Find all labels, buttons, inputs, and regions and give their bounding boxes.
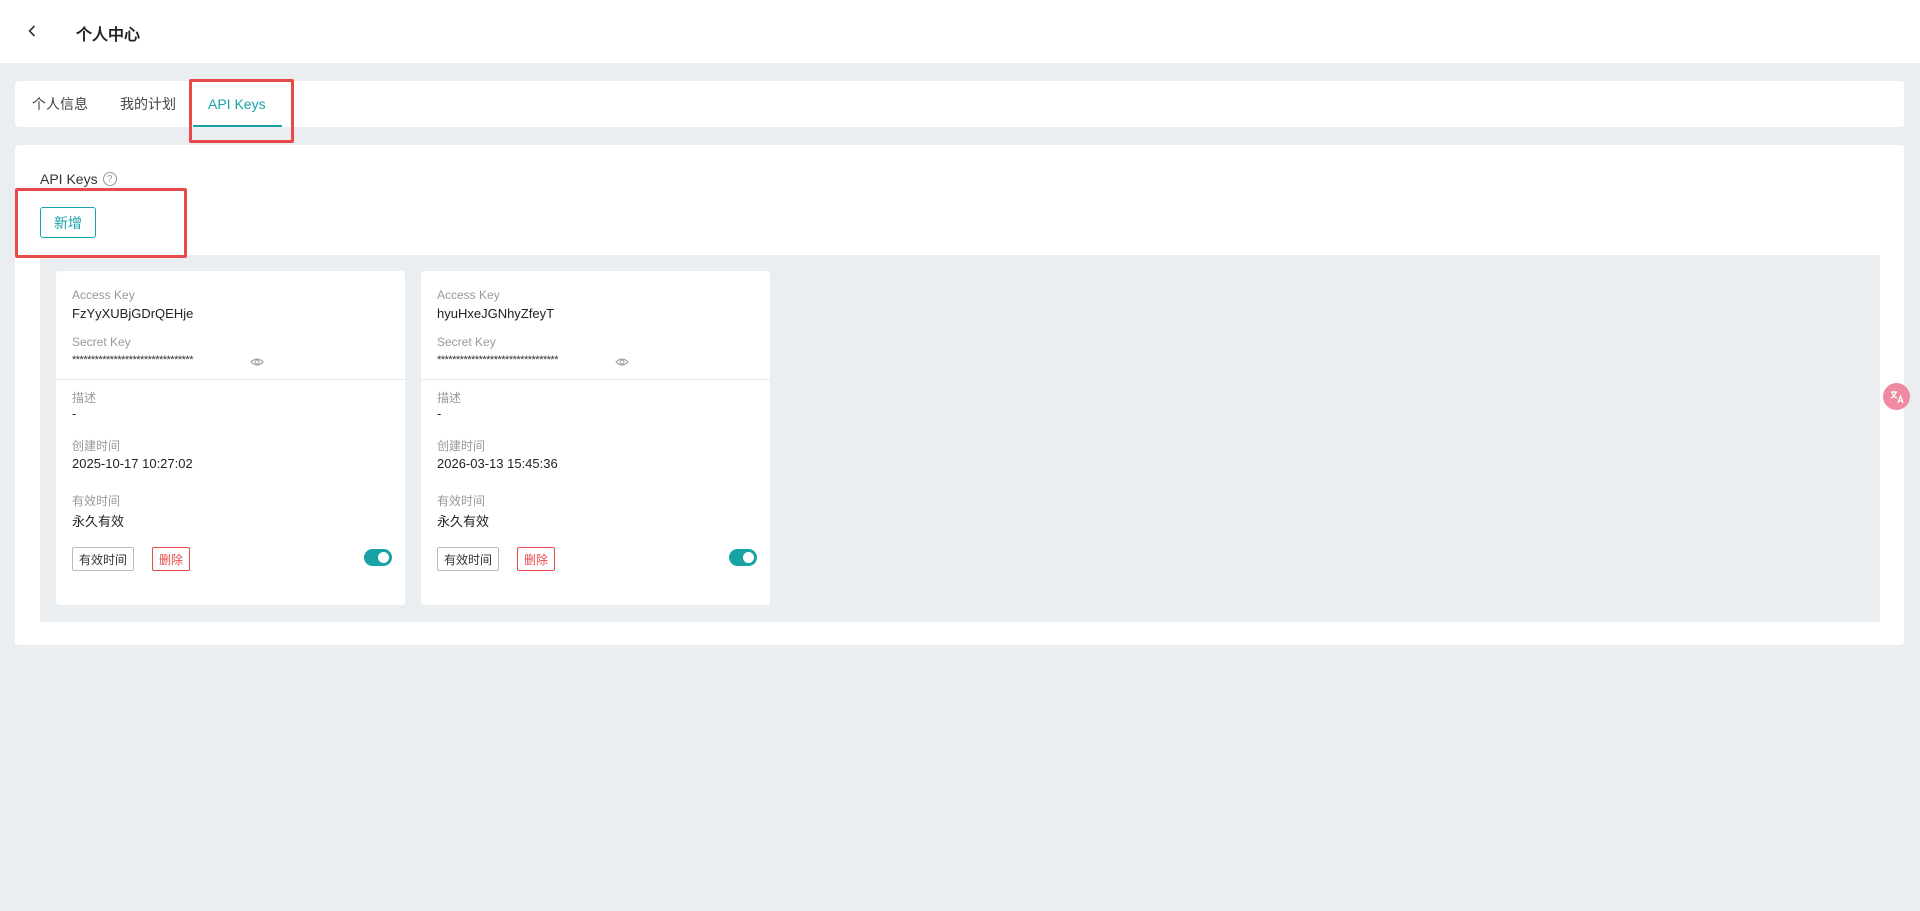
translate-glyph (1890, 390, 1904, 403)
top-bar: 个人中心 (0, 0, 1920, 63)
section-title-text: API Keys (40, 171, 98, 187)
enable-toggle[interactable] (729, 549, 757, 566)
eye-icon[interactable] (250, 357, 264, 367)
set-validity-button[interactable]: 有效时间 (437, 547, 500, 571)
question-circle-icon[interactable]: ? (102, 172, 117, 186)
created-label: 创建时间 (437, 439, 486, 453)
description-value: - (437, 406, 442, 421)
active-tab-indicator (193, 125, 282, 127)
section-title: API Keys ? (40, 171, 117, 187)
validity-value: 永久有效 (437, 514, 490, 529)
delete-button[interactable]: 删除 (517, 547, 556, 571)
created-label: 创建时间 (72, 439, 121, 453)
delete-button[interactable]: 删除 (152, 547, 191, 571)
validity-value: 永久有效 (72, 514, 125, 529)
translate-icon[interactable] (1883, 383, 1910, 410)
tab-personal-info[interactable]: 个人信息 (32, 81, 88, 127)
description-label: 描述 (437, 391, 462, 405)
back-button[interactable] (22, 20, 42, 42)
set-validity-button[interactable]: 有效时间 (72, 547, 135, 571)
access-key-value: FzYyXUBjGDrQEHje (72, 306, 194, 321)
validity-label: 有效时间 (72, 494, 121, 508)
tab-bar: 个人信息 我的计划 API Keys (15, 81, 1904, 127)
secret-key-label: Secret Key (437, 335, 496, 349)
created-value: 2025-10-17 10:27:02 (72, 456, 193, 471)
description-value: - (72, 406, 77, 421)
access-key-label: Access Key (72, 288, 135, 302)
description-label: 描述 (72, 391, 97, 405)
chevron-left-icon (28, 25, 36, 37)
api-key-card: Access Key FzYyXUBjGDrQEHje Secret Key *… (56, 271, 405, 605)
secret-key-masked: ******************************** (72, 354, 193, 366)
secret-key-masked: ******************************** (437, 354, 558, 366)
add-api-key-button[interactable]: 新增 (40, 207, 96, 238)
api-key-card: Access Key hyuHxeJGNhyZfeyT Secret Key *… (421, 271, 770, 605)
access-key-value: hyuHxeJGNhyZfeyT (437, 306, 555, 321)
tab-api-keys[interactable]: API Keys (208, 81, 266, 127)
enable-toggle[interactable] (364, 549, 392, 566)
divider (56, 379, 405, 380)
tab-my-plan[interactable]: 我的计划 (120, 81, 176, 127)
secret-key-label: Secret Key (72, 335, 131, 349)
created-value: 2026-03-13 15:45:36 (437, 456, 558, 471)
eye-icon[interactable] (615, 357, 629, 367)
page-title: 个人中心 (76, 27, 141, 44)
divider (421, 379, 770, 380)
access-key-label: Access Key (437, 288, 500, 302)
validity-label: 有效时间 (437, 494, 486, 508)
